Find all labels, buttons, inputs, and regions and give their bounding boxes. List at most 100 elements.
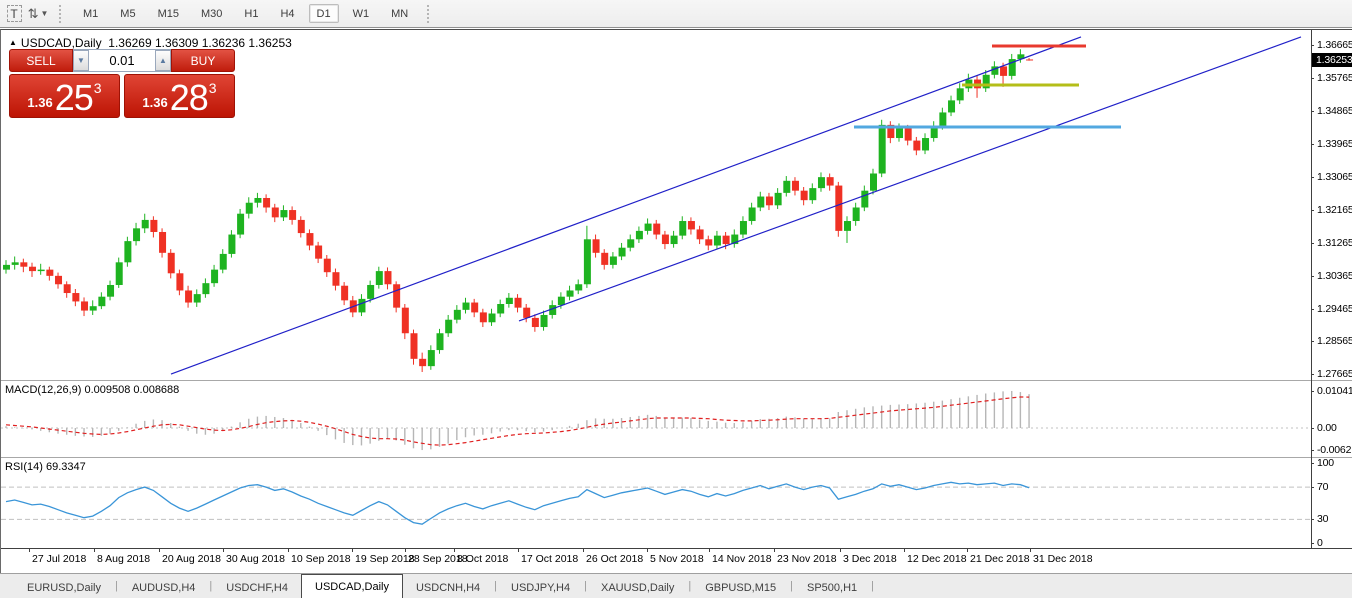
- current-price-tag: 1.36253: [1312, 53, 1352, 67]
- bear-candle: [835, 186, 842, 231]
- bear-candle: [168, 253, 175, 273]
- volume-increase-button[interactable]: ▲: [155, 50, 171, 71]
- price-axis-label: 1.34865: [1317, 105, 1352, 117]
- bear-candle: [905, 129, 912, 141]
- time-axis-tick: [583, 549, 584, 552]
- bear-candle: [289, 210, 296, 220]
- arrows-tool-icon: ⇅: [28, 6, 38, 22]
- scale-tick: [1311, 487, 1314, 488]
- bear-candle: [419, 359, 426, 366]
- ask-prefix: 1.36: [142, 95, 167, 110]
- time-axis-tick: [94, 549, 95, 552]
- bear-candle: [55, 276, 62, 284]
- bear-candle: [159, 232, 166, 253]
- text-tool-button[interactable]: T: [3, 4, 25, 24]
- bull-candle: [98, 297, 105, 307]
- bull-candle: [957, 88, 964, 100]
- bid-pip-sup: 3: [94, 80, 102, 96]
- timeframe-button-m1[interactable]: M1: [75, 4, 106, 23]
- bid-quote-button[interactable]: 1.36 25 3: [9, 74, 120, 118]
- timeframe-button-h1[interactable]: H1: [236, 4, 266, 23]
- scale-tick: [1311, 210, 1314, 211]
- arrows-tool-button[interactable]: ⇅ ▼: [27, 4, 49, 24]
- bull-candle: [358, 299, 365, 313]
- bear-candle: [81, 301, 88, 310]
- rsi-axis-label: 30: [1317, 513, 1328, 525]
- timeframe-button-m5[interactable]: M5: [112, 4, 143, 23]
- sell-button[interactable]: SELL: [9, 49, 73, 72]
- bull-candle: [636, 231, 643, 239]
- timeframe-button-m30[interactable]: M30: [193, 4, 230, 23]
- timeframe-button-h4[interactable]: H4: [272, 4, 302, 23]
- chart-tab-gbpusd[interactable]: GBPUSD,M15: [692, 577, 789, 598]
- scale-tick: [1311, 78, 1314, 79]
- chevron-down-icon: ▼: [40, 9, 48, 18]
- bear-candle: [332, 272, 339, 286]
- chart-tab-sp500[interactable]: SP500,H1: [794, 577, 870, 598]
- bull-candle: [671, 236, 678, 244]
- time-axis-label: 17 Oct 2018: [521, 553, 578, 565]
- bear-candle: [315, 246, 322, 259]
- buy-button[interactable]: BUY: [171, 49, 235, 72]
- bear-candle: [688, 221, 695, 229]
- price-scale[interactable]: 1.366651.357651.348651.339651.330651.321…: [1312, 30, 1352, 548]
- volume-input[interactable]: 0.01: [89, 50, 155, 71]
- price-chart-pane[interactable]: ▲USDCAD,Daily 1.36269 1.36309 1.36236 1.…: [1, 31, 1311, 380]
- bull-candle: [627, 239, 634, 247]
- time-axis-tick: [904, 549, 905, 552]
- bear-candle: [324, 259, 331, 273]
- rsi-label: RSI(14) 69.3347: [5, 461, 86, 473]
- chart-tab-usdcad[interactable]: USDCAD,Daily: [301, 574, 403, 598]
- bear-candle: [393, 284, 400, 307]
- bull-candle: [948, 100, 955, 112]
- rsi-indicator-pane[interactable]: RSI(14) 69.3347: [1, 459, 1311, 548]
- time-axis-tick: [967, 549, 968, 552]
- toolbar-separator: [427, 5, 434, 23]
- ask-quote-button[interactable]: 1.36 28 3: [124, 74, 235, 118]
- bear-candle: [653, 224, 660, 235]
- time-axis[interactable]: 27 Jul 20188 Aug 201820 Aug 201830 Aug 2…: [1, 549, 1352, 574]
- bull-candle: [922, 138, 929, 150]
- bull-candle: [133, 228, 140, 241]
- macd-indicator-pane[interactable]: MACD(12,26,9) 0.009508 0.008688: [1, 382, 1311, 457]
- bull-candle: [3, 265, 10, 270]
- chart-tab-eurusd[interactable]: EURUSD,Daily: [14, 577, 114, 598]
- volume-decrease-button[interactable]: ▼: [73, 50, 89, 71]
- time-axis-tick: [709, 549, 710, 552]
- timeframe-button-w1[interactable]: W1: [345, 4, 378, 23]
- bull-candle: [228, 235, 235, 254]
- timeframe-button-d1[interactable]: D1: [309, 4, 339, 23]
- tab-separator: |: [870, 580, 875, 592]
- bear-candle: [20, 262, 27, 266]
- bear-candle: [515, 298, 522, 308]
- ask-big-digits: 28: [170, 82, 208, 114]
- timeframe-button-mn[interactable]: MN: [383, 4, 416, 23]
- chart-tab-usdcnh[interactable]: USDCNH,H4: [403, 577, 493, 598]
- price-axis-label: 1.33965: [1317, 138, 1352, 150]
- one-click-toggle-icon[interactable]: ▲: [9, 38, 17, 47]
- chart-tab-xauusd[interactable]: XAUUSD,Daily: [588, 577, 687, 598]
- price-axis-label: 1.29465: [1317, 303, 1352, 315]
- bear-candle: [306, 233, 313, 245]
- time-axis-tick: [840, 549, 841, 552]
- time-axis-tick: [223, 549, 224, 552]
- time-axis-label: 10 Sep 2018: [291, 553, 351, 565]
- chart-tab-audusd[interactable]: AUDUSD,H4: [119, 577, 209, 598]
- bear-candle: [150, 220, 157, 232]
- scale-tick: [1311, 450, 1314, 451]
- bid-prefix: 1.36: [27, 95, 52, 110]
- bull-candle: [489, 314, 496, 323]
- bear-candle: [1026, 59, 1033, 60]
- chart-tab-usdchf[interactable]: USDCHF,H4: [213, 577, 301, 598]
- time-axis-label: 26 Oct 2018: [586, 553, 643, 565]
- bull-candle: [376, 271, 383, 285]
- bear-candle: [662, 235, 669, 245]
- bull-candle: [254, 198, 261, 203]
- text-tool-icon: T: [7, 5, 22, 22]
- price-axis-label: 1.31265: [1317, 237, 1352, 249]
- timeframe-button-m15[interactable]: M15: [150, 4, 187, 23]
- scale-tick: [1311, 341, 1314, 342]
- chart-tab-usdjpy[interactable]: USDJPY,H4: [498, 577, 583, 598]
- bear-candle: [410, 333, 417, 359]
- bear-candle: [298, 220, 305, 233]
